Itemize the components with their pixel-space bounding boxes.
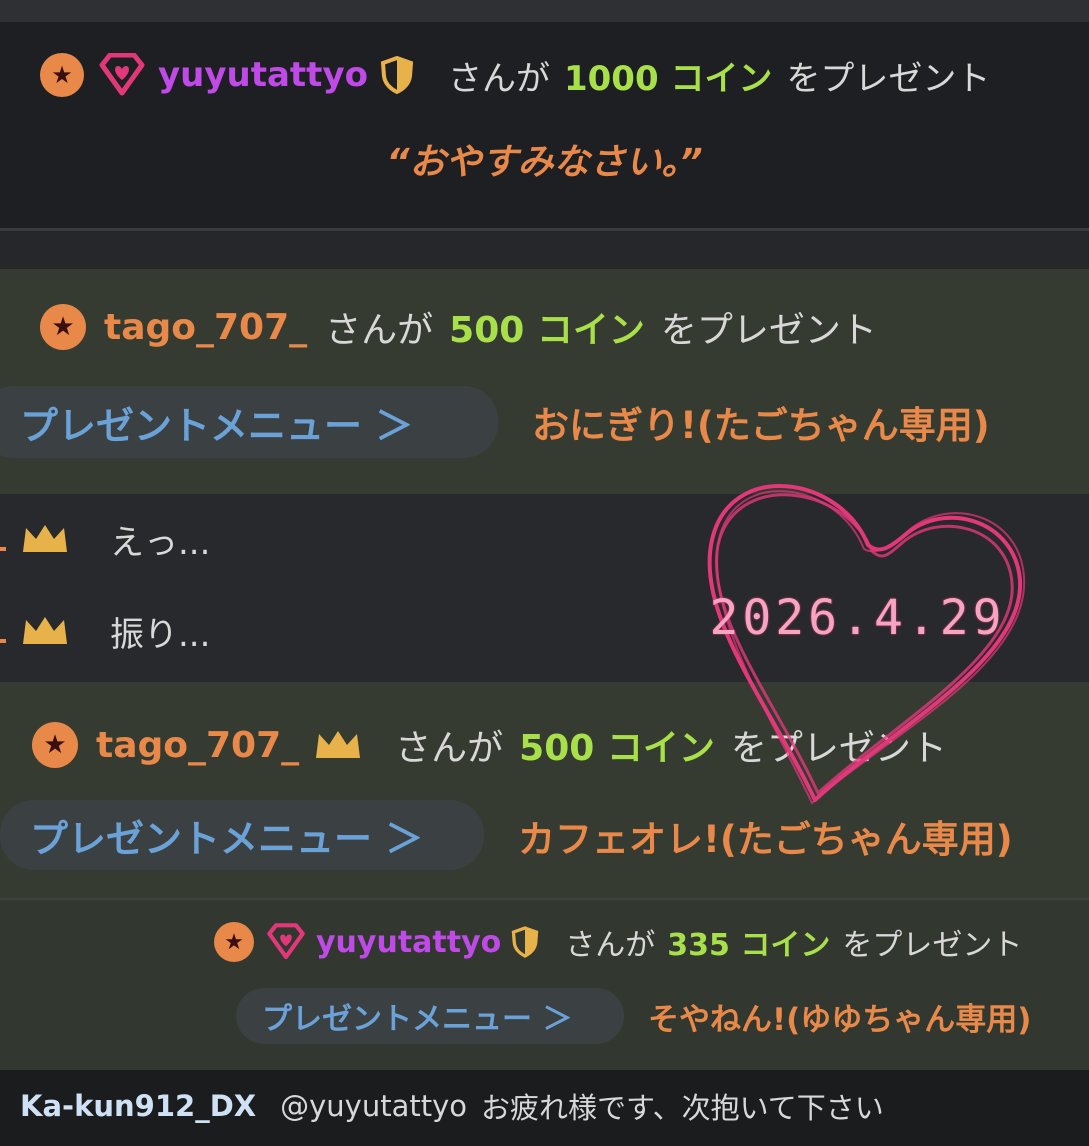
present-menu-button[interactable]: プレゼントメニュー ＞ — [0, 800, 484, 870]
gift-text: をプレゼント — [842, 928, 1023, 963]
gift-header: ★ yuyutattyo さんが 335 コイン をプレゼント — [214, 920, 1022, 964]
message-text: お疲れ様です、次抱いて下さい — [481, 1091, 884, 1125]
mention[interactable]: @yuyutattyo — [280, 1089, 467, 1123]
gift-text: をプレゼント — [730, 728, 947, 769]
shield-icon — [511, 926, 539, 958]
gift-header: ★ tago_707_ さんが 500 コイン をプレゼント — [32, 718, 947, 772]
username[interactable]: yuyutattyo — [158, 55, 368, 95]
gem-heart-icon — [99, 53, 145, 96]
chat-line: えっ... — [0, 514, 210, 564]
coin-amount: 500 コイン — [449, 310, 645, 351]
present-item: カフェオレ!(たごちゃん専用) — [518, 818, 1013, 861]
gift-header: ★ yuyutattyo さんが 1000 コイン をプレゼント — [40, 52, 991, 99]
gift-header: ★ tago_707_ さんが 500 コイン をプレゼント — [40, 302, 877, 352]
coin-amount: 1000 コイン — [563, 58, 773, 99]
star-badge-icon: ★ — [214, 922, 254, 962]
crown-icon — [23, 617, 67, 644]
spacer — [0, 231, 1089, 269]
gift-text: さんが — [565, 928, 656, 963]
gift-text: をプレゼント — [660, 310, 877, 351]
star-badge-icon: ★ — [32, 722, 78, 768]
crown-icon — [316, 731, 361, 758]
gift-text: さんが — [447, 58, 550, 99]
present-item: そやねん!(ゆゆちゃん専用) — [648, 1001, 1032, 1038]
star-badge-icon: ★ — [40, 304, 86, 350]
gift-text: さんが — [325, 310, 434, 351]
shield-icon — [380, 56, 414, 94]
chat-text: 振り... — [110, 614, 211, 655]
crown-icon — [23, 525, 67, 552]
sender-name[interactable]: Ka-kun912_DX — [20, 1089, 256, 1123]
chat-line: 振り... — [0, 606, 210, 656]
username[interactable]: tago_707_ — [104, 307, 307, 348]
chat-text: えっ... — [110, 522, 211, 563]
gift-text: さんが — [395, 728, 504, 769]
present-menu-button[interactable]: プレゼントメニュー ＞ — [236, 988, 624, 1044]
gift-text: をプレゼント — [786, 58, 991, 99]
top-strip — [0, 0, 1089, 22]
star-badge-icon: ★ — [40, 53, 84, 97]
username[interactable]: tago_707_ — [96, 725, 299, 766]
username[interactable]: yuyutattyo — [316, 925, 501, 960]
gift-message: “おやすみなさい。” — [386, 142, 703, 183]
coin-amount: 500 コイン — [519, 728, 715, 769]
present-item: おにぎり!(たごちゃん専用) — [532, 404, 990, 447]
gem-heart-icon — [267, 923, 305, 960]
date-stamp: 2026.4.29 — [709, 590, 1006, 646]
chat-message: Ka-kun912_DX @yuyutattyo お疲れ様です、次抱いて下さい — [20, 1084, 884, 1128]
present-menu-button[interactable]: プレゼントメニュー ＞ — [0, 386, 498, 458]
coin-amount: 335 コイン — [667, 928, 831, 963]
